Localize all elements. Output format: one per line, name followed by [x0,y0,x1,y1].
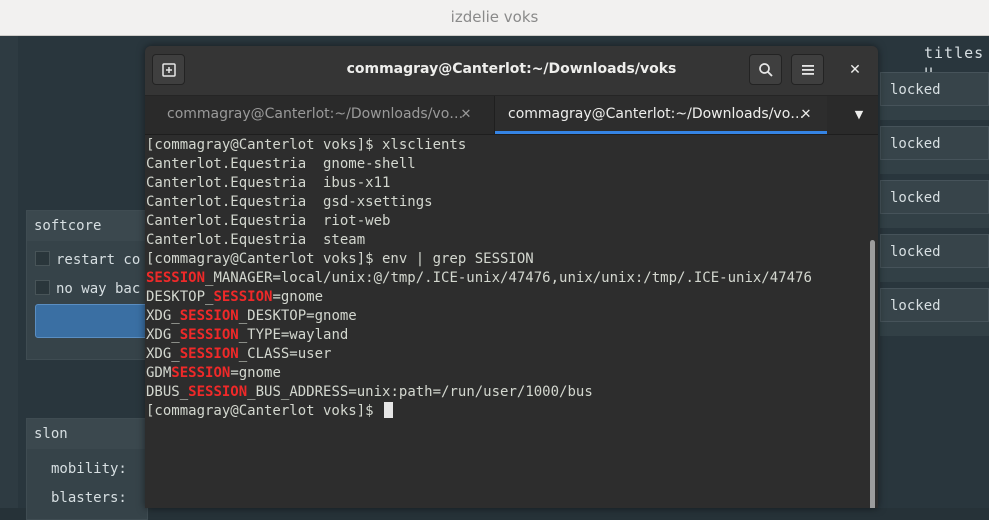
terminal-scrollbar[interactable] [870,240,875,508]
mobility-label: mobility: [51,461,127,477]
terminal-text: [commagray@Canterlot voks]$ env | grep S… [146,251,534,267]
locked-item[interactable]: locked [880,180,989,214]
terminal-text: _CLASS=user [238,346,332,362]
tab-label: commagray@Canterlot:~/Downloads/vo… [167,106,464,122]
locked-item-footer [880,322,989,336]
terminal-tab-2[interactable]: commagray@Canterlot:~/Downloads/vo… ✕ [495,96,827,134]
terminal-text: DBUS_ [146,384,189,400]
close-window-button[interactable]: ✕ [845,60,865,80]
terminal-text: Canterlot.Equestria riot-web [146,213,391,229]
terminal-line: GDMSESSION=gnome [146,364,281,383]
slon-panel: slon mobility: blasters: [26,418,148,520]
terminal-tabbar: commagray@Canterlot:~/Downloads/vo… ✕ co… [145,96,878,135]
grep-match: SESSION [188,384,248,400]
terminal-text: Canterlot.Equestria ibus-x11 [146,175,391,191]
background-titlebar: izdelie voks [0,0,989,36]
grep-match: SESSION [179,346,239,362]
no-way-back-checkbox[interactable] [35,280,50,295]
locked-item-footer [880,214,989,228]
terminal-text: XDG_ [146,327,180,343]
locked-item[interactable]: locked [880,72,989,106]
restart-checkbox[interactable] [35,251,50,266]
close-tab-icon[interactable]: ✕ [798,107,814,123]
terminal-line: Canterlot.Equestria steam [146,231,365,250]
search-button[interactable] [749,54,782,85]
blasters-label: blasters: [51,490,127,506]
terminal-line: Canterlot.Equestria riot-web [146,212,390,231]
tab-list-dropdown[interactable]: ▼ [840,96,878,134]
terminal-line: DBUS_SESSION_BUS_ADDRESS=unix:path=/run/… [146,383,593,402]
no-way-back-checkbox-label: no way bac [56,281,141,297]
terminal-text: Canterlot.Equestria gsd-xsettings [146,194,433,210]
terminal-text: [commagray@Canterlot voks]$ [146,403,383,419]
terminal-text: _BUS_ADDRESS=unix:path=/run/user/1000/bu… [247,384,593,400]
locked-item[interactable]: locked [880,234,989,268]
search-icon [758,63,773,77]
terminal-window: commagray@Canterlot:~/Downloads/voks ✕ c… [145,46,878,508]
terminal-tab-1[interactable]: commagray@Canterlot:~/Downloads/vo… ✕ [145,96,495,134]
locked-item-footer [880,268,989,282]
terminal-text: =gnome [230,365,281,381]
chevron-down-icon: ▼ [854,108,864,121]
terminal-text: Canterlot.Equestria gnome-shell [146,156,416,172]
terminal-text: [commagray@Canterlot voks]$ xlsclients [146,137,467,153]
terminal-line: [commagray@Canterlot voks]$ [146,402,394,421]
terminal-text: XDG_ [146,308,180,324]
locked-item-footer [880,160,989,174]
terminal-line: [commagray@Canterlot voks]$ xlsclients [146,136,466,155]
grep-match: SESSION [171,365,231,381]
terminal-line: XDG_SESSION_CLASS=user [146,345,331,364]
background-window-title: izdelie voks [450,8,539,26]
grep-match: SESSION [213,289,273,305]
new-tab-button[interactable] [152,54,185,85]
softcore-panel: softcore restart co no way bac e [26,210,165,360]
background-left-strip [0,36,18,508]
terminal-line: Canterlot.Equestria ibus-x11 [146,174,390,193]
grep-match: SESSION [179,327,239,343]
locked-item[interactable]: locked [880,126,989,160]
softcore-panel-title: softcore [27,211,147,241]
menu-button[interactable] [791,54,824,85]
restart-checkbox-label: restart co [56,252,141,268]
terminal-text: DESKTOP_ [146,289,214,305]
terminal-cursor [384,402,394,418]
terminal-line: [commagray@Canterlot voks]$ env | grep S… [146,250,534,269]
close-icon: ✕ [849,62,861,78]
no-way-back-checkbox-row[interactable]: no way bac [35,280,140,300]
terminal-text: =gnome [272,289,324,305]
close-tab-icon[interactable]: ✕ [458,107,474,123]
terminal-line: DESKTOP_SESSION=gnome [146,288,323,307]
terminal-text: XDG_ [146,346,180,362]
terminal-text: _DESKTOP=gnome [238,308,357,324]
terminal-line: Canterlot.Equestria gnome-shell [146,155,416,174]
hamburger-menu-icon [801,65,814,75]
terminal-text: Canterlot.Equestria steam [146,232,366,248]
terminal-text: _MANAGER=local/unix:@/tmp/.ICE-unix/4747… [205,270,812,286]
terminal-line: Canterlot.Equestria gsd-xsettings [146,193,433,212]
new-tab-icon [161,63,176,77]
grep-match: SESSION [146,270,206,286]
tab-label: commagray@Canterlot:~/Downloads/vo… [508,106,805,122]
locked-item[interactable]: locked [880,288,989,322]
terminal-line: XDG_SESSION_TYPE=wayland [146,326,348,345]
terminal-line: SESSION_MANAGER=local/unix:@/tmp/.ICE-un… [146,269,812,288]
restart-checkbox-row[interactable]: restart co [35,251,140,271]
terminal-output[interactable]: [commagray@Canterlot voks]$ xlsclients Ca… [145,135,878,508]
terminal-text: _TYPE=wayland [238,327,349,343]
grep-match: SESSION [179,308,239,324]
slon-panel-title: slon [27,419,147,449]
terminal-line: XDG_SESSION_DESKTOP=gnome [146,307,357,326]
terminal-text: GDM [146,365,172,381]
locked-item-footer [880,106,989,120]
terminal-headerbar: commagray@Canterlot:~/Downloads/voks ✕ [145,46,878,96]
